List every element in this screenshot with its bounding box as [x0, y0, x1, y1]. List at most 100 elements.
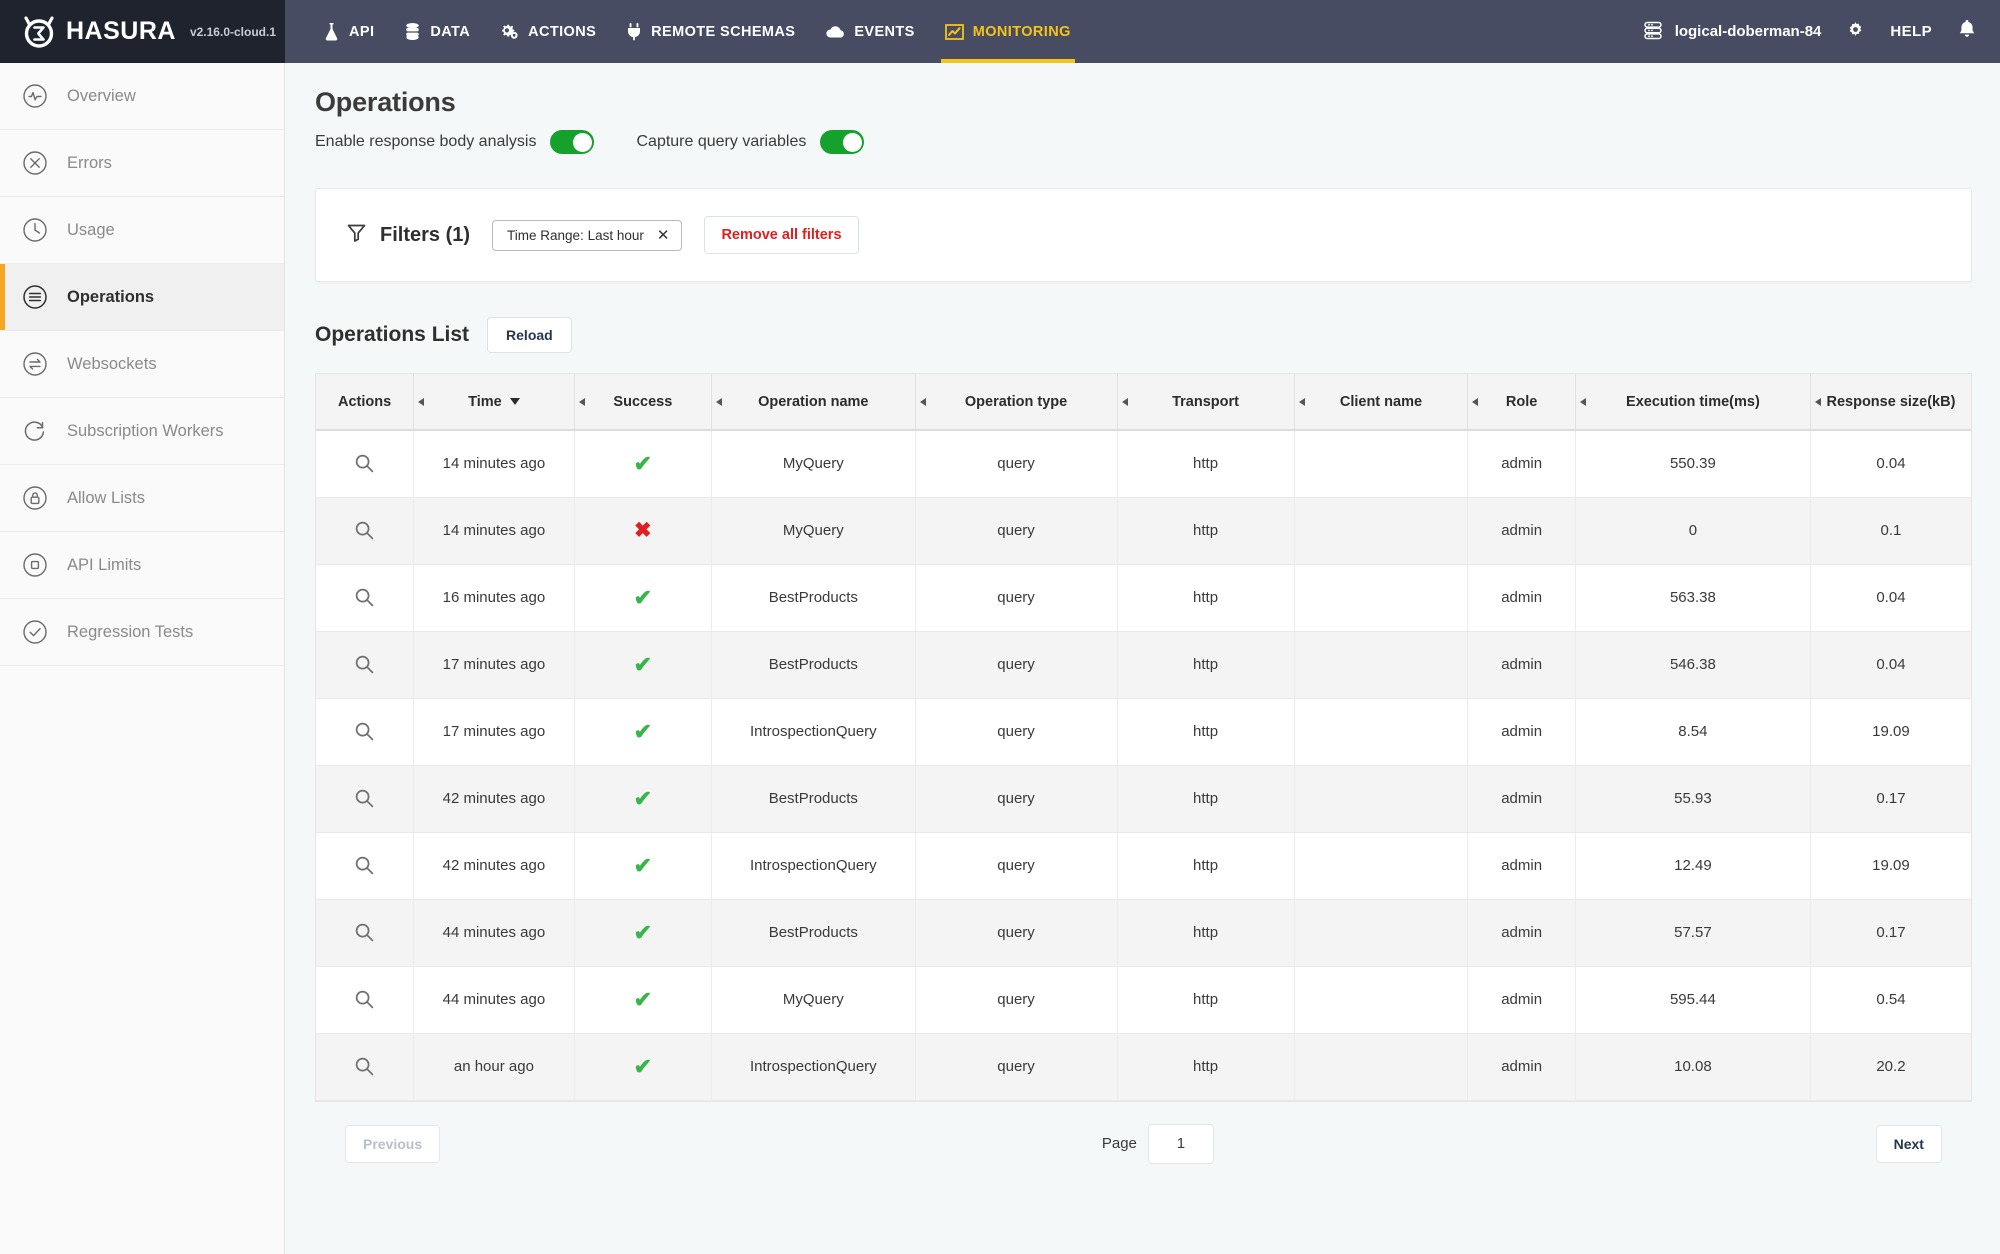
chart-line-icon — [945, 23, 964, 41]
sidebar-item-operations[interactable]: Operations — [0, 264, 284, 331]
magnifier-icon[interactable] — [322, 1056, 407, 1077]
table-row[interactable]: 44 minutes ago✔MyQueryqueryhttpadmin595.… — [316, 966, 1971, 1033]
filter-chip-time-range[interactable]: Time Range: Last hour ✕ — [492, 220, 682, 251]
column-header-time[interactable]: Time — [414, 374, 575, 430]
page-number-input[interactable] — [1148, 1124, 1214, 1164]
table-row[interactable]: 42 minutes ago✔IntrospectionQueryqueryht… — [316, 832, 1971, 899]
topnav-item-data[interactable]: DATA — [404, 0, 470, 63]
inspect-operation-button[interactable] — [316, 765, 414, 832]
close-icon[interactable]: ✕ — [657, 228, 670, 243]
magnifier-icon[interactable] — [322, 922, 407, 943]
column-header-label: Actions — [338, 394, 391, 410]
magnifier-icon[interactable] — [322, 654, 407, 675]
magnifier-icon[interactable] — [322, 587, 407, 608]
column-header-role[interactable]: Role — [1468, 374, 1576, 430]
column-header-response-size-kb[interactable]: Response size(kB) — [1810, 374, 1971, 430]
table-row[interactable]: an hour ago✔IntrospectionQueryqueryhttpa… — [316, 1033, 1971, 1100]
remove-all-filters-button[interactable]: Remove all filters — [704, 216, 858, 254]
table-row[interactable]: 44 minutes ago✔BestProductsqueryhttpadmi… — [316, 899, 1971, 966]
cell-operation-name: IntrospectionQuery — [712, 698, 916, 765]
topnav-item-actions[interactable]: ACTIONS — [500, 0, 596, 63]
inspect-operation-button[interactable] — [316, 631, 414, 698]
column-header-client-name[interactable]: Client name — [1294, 374, 1468, 430]
settings-toggles: Enable response body analysis Capture qu… — [315, 130, 1972, 154]
sidebar-item-regression-tests[interactable]: Regression Tests — [0, 599, 284, 666]
inspect-operation-button[interactable] — [316, 497, 414, 564]
table-row[interactable]: 16 minutes ago✔BestProductsqueryhttpadmi… — [316, 564, 1971, 631]
sidebar-item-websockets[interactable]: Websockets — [0, 331, 284, 398]
column-header-transport[interactable]: Transport — [1117, 374, 1294, 430]
table-row[interactable]: 14 minutes ago✖MyQueryqueryhttpadmin00.1 — [316, 497, 1971, 564]
topnav-item-monitoring[interactable]: MONITORING — [945, 0, 1071, 63]
column-resize-handle[interactable] — [920, 398, 926, 406]
plug-icon — [626, 22, 642, 41]
cell-time: 17 minutes ago — [414, 698, 575, 765]
cell-success: ✔ — [574, 966, 711, 1033]
flask-icon — [323, 22, 340, 41]
magnifier-icon[interactable] — [322, 989, 407, 1010]
column-header-operation-type[interactable]: Operation type — [915, 374, 1117, 430]
sidebar-item-subscription-workers[interactable]: Subscription Workers — [0, 398, 284, 465]
sidebar-item-errors[interactable]: Errors — [0, 130, 284, 197]
inspect-operation-button[interactable] — [316, 1033, 414, 1100]
magnifier-icon[interactable] — [322, 453, 407, 474]
column-header-label: Client name — [1340, 394, 1422, 410]
cell-client-name — [1294, 631, 1468, 698]
column-resize-handle[interactable] — [1299, 398, 1305, 406]
cell-time: 42 minutes ago — [414, 765, 575, 832]
magnifier-icon[interactable] — [322, 855, 407, 876]
previous-page-button[interactable]: Previous — [345, 1125, 440, 1163]
topnav-item-remote-schemas[interactable]: REMOTE SCHEMAS — [626, 0, 795, 63]
column-header-operation-name[interactable]: Operation name — [712, 374, 916, 430]
inspect-operation-button[interactable] — [316, 966, 414, 1033]
sidebar: Overview Errors Usage Operations Websock… — [0, 63, 285, 1254]
sidebar-item-allow-lists[interactable]: Allow Lists — [0, 465, 284, 532]
table-row[interactable]: 14 minutes ago✔MyQueryqueryhttpadmin550.… — [316, 430, 1971, 497]
bell-icon[interactable] — [1958, 19, 1976, 44]
brand-block[interactable]: HASURA v2.16.0-cloud.1 — [0, 0, 285, 63]
column-resize-handle[interactable] — [418, 398, 424, 406]
column-resize-handle[interactable] — [1815, 398, 1821, 406]
column-header-execution-time-ms[interactable]: Execution time(ms) — [1575, 374, 1810, 430]
cell-response-size: 20.2 — [1810, 1033, 1971, 1100]
cell-response-size: 0.17 — [1810, 765, 1971, 832]
table-row[interactable]: 17 minutes ago✔IntrospectionQueryqueryht… — [316, 698, 1971, 765]
toggle-capture-query-variables[interactable] — [820, 130, 864, 154]
inspect-operation-button[interactable] — [316, 564, 414, 631]
operations-table-wrapper: Actions TimeSuccessOperation nameOperatio… — [315, 373, 1972, 1102]
inspect-operation-button[interactable] — [316, 832, 414, 899]
help-link[interactable]: HELP — [1890, 23, 1932, 40]
table-row[interactable]: 42 minutes ago✔BestProductsqueryhttpadmi… — [316, 765, 1971, 832]
column-header-success[interactable]: Success — [574, 374, 711, 430]
sidebar-item-overview[interactable]: Overview — [0, 63, 284, 130]
column-resize-handle[interactable] — [716, 398, 722, 406]
column-resize-handle[interactable] — [1472, 398, 1478, 406]
magnifier-icon[interactable] — [322, 788, 407, 809]
sidebar-item-api-limits[interactable]: API Limits — [0, 532, 284, 599]
gear-icon[interactable] — [1847, 21, 1864, 43]
table-row[interactable]: 17 minutes ago✔BestProductsqueryhttpadmi… — [316, 631, 1971, 698]
topnav-item-api[interactable]: API — [323, 0, 374, 63]
project-selector[interactable]: logical-doberman-84 — [1642, 19, 1822, 45]
toggle-group-capture-query-variables: Capture query variables — [636, 130, 864, 154]
topnav-label-api: API — [349, 24, 374, 40]
column-resize-handle[interactable] — [1580, 398, 1586, 406]
sidebar-item-usage[interactable]: Usage — [0, 197, 284, 264]
next-page-button[interactable]: Next — [1876, 1125, 1942, 1163]
cell-operation-name: BestProducts — [712, 631, 916, 698]
reload-button[interactable]: Reload — [487, 317, 572, 353]
magnifier-icon[interactable] — [322, 520, 407, 541]
inspect-operation-button[interactable] — [316, 430, 414, 497]
inspect-operation-button[interactable] — [316, 698, 414, 765]
topnav-item-events[interactable]: EVENTS — [825, 0, 914, 63]
toggle-response-body-analysis[interactable] — [550, 130, 594, 154]
success-check-icon: ✔ — [634, 652, 652, 677]
operations-list-title: Operations List — [315, 323, 469, 347]
cell-client-name — [1294, 497, 1468, 564]
column-resize-handle[interactable] — [579, 398, 585, 406]
inspect-operation-button[interactable] — [316, 899, 414, 966]
exchange-circle-icon — [20, 349, 50, 379]
column-resize-handle[interactable] — [1122, 398, 1128, 406]
cell-operation-name: MyQuery — [712, 430, 916, 497]
magnifier-icon[interactable] — [322, 721, 407, 742]
